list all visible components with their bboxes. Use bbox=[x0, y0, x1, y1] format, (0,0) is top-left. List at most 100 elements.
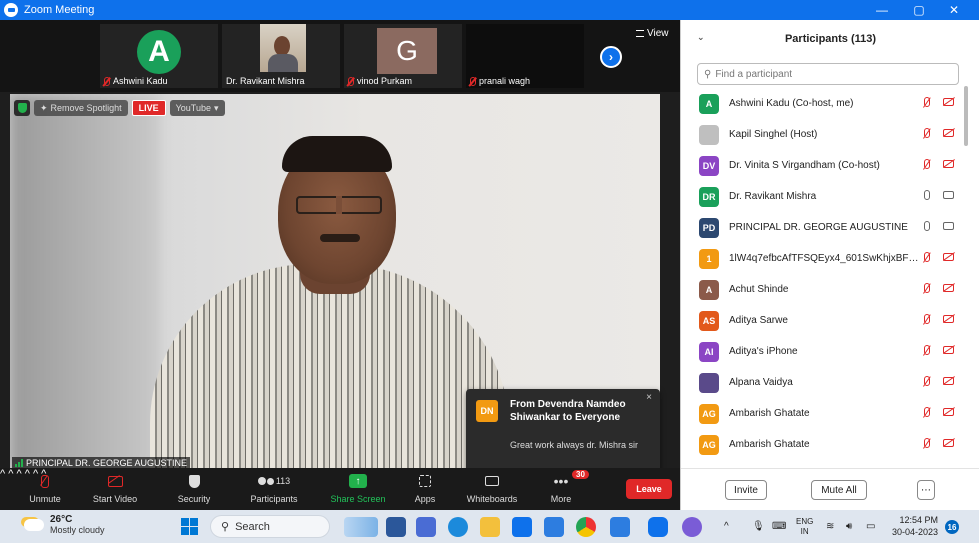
participant-row[interactable]: AG Ambarish Ghatate bbox=[681, 429, 966, 460]
mic-muted-icon[interactable] bbox=[924, 376, 930, 386]
chrome-icon[interactable] bbox=[576, 517, 596, 537]
app-icon[interactable] bbox=[416, 517, 436, 537]
video-off-icon[interactable] bbox=[943, 129, 954, 137]
store-icon[interactable] bbox=[512, 517, 532, 537]
live-badge[interactable]: LIVE bbox=[131, 100, 166, 116]
mic-muted-icon[interactable] bbox=[924, 438, 930, 448]
video-icon[interactable] bbox=[943, 191, 954, 199]
mic-muted-icon[interactable] bbox=[924, 252, 930, 262]
close-button[interactable]: ✕ bbox=[937, 0, 971, 20]
zoom-taskbar-icon[interactable] bbox=[648, 517, 668, 537]
remove-spotlight-button[interactable]: ✦ Remove Spotlight bbox=[34, 100, 128, 116]
participant-row[interactable]: AS Aditya Sarwe bbox=[681, 305, 966, 336]
volume-icon[interactable]: 🔊︎ bbox=[846, 510, 852, 543]
mic-muted-icon bbox=[41, 470, 49, 492]
participant-row[interactable]: A Ashwini Kadu (Co-host, me) bbox=[681, 88, 966, 119]
mic-muted-icon[interactable] bbox=[924, 128, 930, 138]
video-off-icon[interactable] bbox=[943, 160, 954, 168]
minimize-button[interactable]: — bbox=[865, 0, 899, 20]
close-icon[interactable]: × bbox=[646, 392, 652, 403]
participant-avatar bbox=[699, 124, 719, 145]
thumbnail-tile[interactable]: Dr. Ravikant Mishra bbox=[222, 24, 340, 88]
leave-button[interactable]: Leave bbox=[626, 479, 672, 499]
participant-avatar: AG bbox=[699, 434, 719, 455]
weather-widget[interactable]: 26°C Mostly cloudy bbox=[24, 514, 105, 536]
participant-row[interactable]: DR Dr. Ravikant Mishra bbox=[681, 181, 966, 212]
share-screen-button[interactable]: ↑ Share Screen bbox=[328, 470, 388, 504]
video-off-icon[interactable] bbox=[943, 253, 954, 261]
battery-icon[interactable]: ▭ bbox=[866, 510, 875, 543]
participants-caret[interactable]: ^ bbox=[16, 468, 21, 480]
video-off-icon[interactable] bbox=[943, 315, 954, 323]
video-off-icon[interactable] bbox=[943, 377, 954, 385]
video-off-icon[interactable] bbox=[943, 439, 954, 447]
participant-row[interactable]: AI Aditya's iPhone bbox=[681, 336, 966, 367]
unmute-button[interactable]: Unmute bbox=[24, 470, 66, 504]
view-button[interactable]: View bbox=[636, 28, 669, 39]
mic-muted-icon[interactable] bbox=[924, 283, 930, 293]
participant-row[interactable]: PD PRINCIPAL DR. GEORGE AUGUSTINE bbox=[681, 212, 966, 243]
mic-icon[interactable] bbox=[924, 221, 930, 231]
app-icon[interactable] bbox=[610, 517, 630, 537]
language-indicator[interactable]: ENG IN bbox=[796, 510, 813, 543]
taskbar-search[interactable]: ⚲ Search bbox=[210, 515, 330, 538]
teams-icon[interactable] bbox=[544, 517, 564, 537]
chevron-down-icon[interactable]: ⌄ bbox=[697, 32, 705, 43]
apps-button[interactable]: Apps bbox=[410, 470, 440, 504]
signal-icon bbox=[15, 459, 23, 467]
thumbnail-tile[interactable]: pranali wagh bbox=[466, 24, 584, 88]
windows-start-icon[interactable] bbox=[181, 518, 198, 535]
microphone-icon[interactable]: 🎙︎ bbox=[752, 510, 765, 543]
youtube-dropdown[interactable]: YouTube ▾ bbox=[169, 100, 225, 116]
participant-row[interactable]: Kapil Singhel (Host) bbox=[681, 119, 966, 150]
audio-options-caret[interactable]: ^ bbox=[0, 468, 5, 480]
video-off-icon[interactable] bbox=[943, 284, 954, 292]
edge-icon[interactable] bbox=[448, 517, 468, 537]
windows-taskbar: 26°C Mostly cloudy ⚲ Search ^ 🎙︎ ⌨︎ ENG I… bbox=[0, 510, 979, 543]
mic-muted-icon[interactable] bbox=[924, 345, 930, 355]
mute-all-button[interactable]: Mute All bbox=[811, 480, 867, 500]
thumbnail-tile[interactable]: A Ashwini Kadu bbox=[100, 24, 218, 88]
mic-icon[interactable] bbox=[924, 190, 930, 200]
tray-chevron[interactable]: ^ bbox=[724, 510, 729, 543]
participant-row[interactable]: Alpana Vaidya bbox=[681, 367, 966, 398]
video-options-caret[interactable]: ^ bbox=[8, 468, 13, 480]
start-video-button[interactable]: Start Video bbox=[88, 470, 142, 504]
video-off-icon[interactable] bbox=[943, 98, 954, 106]
next-page-button[interactable]: › bbox=[600, 46, 622, 68]
wifi-icon[interactable]: ≋ bbox=[826, 510, 834, 543]
participants-button[interactable]: 113 Participants bbox=[244, 470, 304, 504]
invite-button[interactable]: Invite bbox=[725, 480, 767, 500]
participant-avatar: AI bbox=[699, 341, 719, 362]
participants-count: 113 bbox=[275, 476, 291, 486]
whiteboards-button[interactable]: Whiteboards bbox=[462, 470, 522, 504]
scrollbar[interactable] bbox=[964, 86, 968, 146]
participant-row[interactable]: A Achut Shinde bbox=[681, 274, 966, 305]
sender-avatar: DN bbox=[476, 400, 498, 422]
video-off-icon[interactable] bbox=[943, 346, 954, 354]
video-off-icon[interactable] bbox=[943, 408, 954, 416]
video-icon[interactable] bbox=[943, 222, 954, 230]
more-options-button[interactable]: ⋯ bbox=[917, 480, 935, 500]
word-icon[interactable] bbox=[386, 517, 406, 537]
keyboard-icon[interactable]: ⌨︎ bbox=[772, 510, 786, 543]
participant-name: 1lW4q7efbcAfTFSQEyx4_601SwKhjxBFBb... bbox=[729, 253, 919, 264]
app-icon[interactable] bbox=[682, 517, 702, 537]
mic-muted-icon[interactable] bbox=[924, 314, 930, 324]
security-shield-icon[interactable] bbox=[14, 100, 30, 116]
widgets-icon[interactable] bbox=[344, 517, 378, 537]
mic-muted-icon[interactable] bbox=[924, 159, 930, 169]
security-button[interactable]: Security bbox=[174, 470, 214, 504]
participant-row[interactable]: AG Ambarish Ghatate bbox=[681, 398, 966, 429]
mic-muted-icon[interactable] bbox=[924, 97, 930, 107]
maximize-button[interactable]: ▢ bbox=[902, 0, 936, 20]
mic-muted-icon[interactable] bbox=[924, 407, 930, 417]
clock[interactable]: 12:54 PM 30-04-2023 bbox=[886, 514, 938, 538]
thumbnail-tile[interactable]: G vinod Purkam bbox=[344, 24, 462, 88]
notification-badge[interactable]: 16 bbox=[945, 520, 959, 534]
participant-row[interactable]: 1 1lW4q7efbcAfTFSQEyx4_601SwKhjxBFBb... bbox=[681, 243, 966, 274]
participant-search-input[interactable]: ⚲ Find a participant bbox=[697, 63, 959, 85]
chat-notification[interactable]: DN From Devendra Namdeo Shiwankar to Eve… bbox=[466, 389, 660, 476]
participant-row[interactable]: DV Dr. Vinita S Virgandham (Co-host) bbox=[681, 150, 966, 181]
file-explorer-icon[interactable] bbox=[480, 517, 500, 537]
